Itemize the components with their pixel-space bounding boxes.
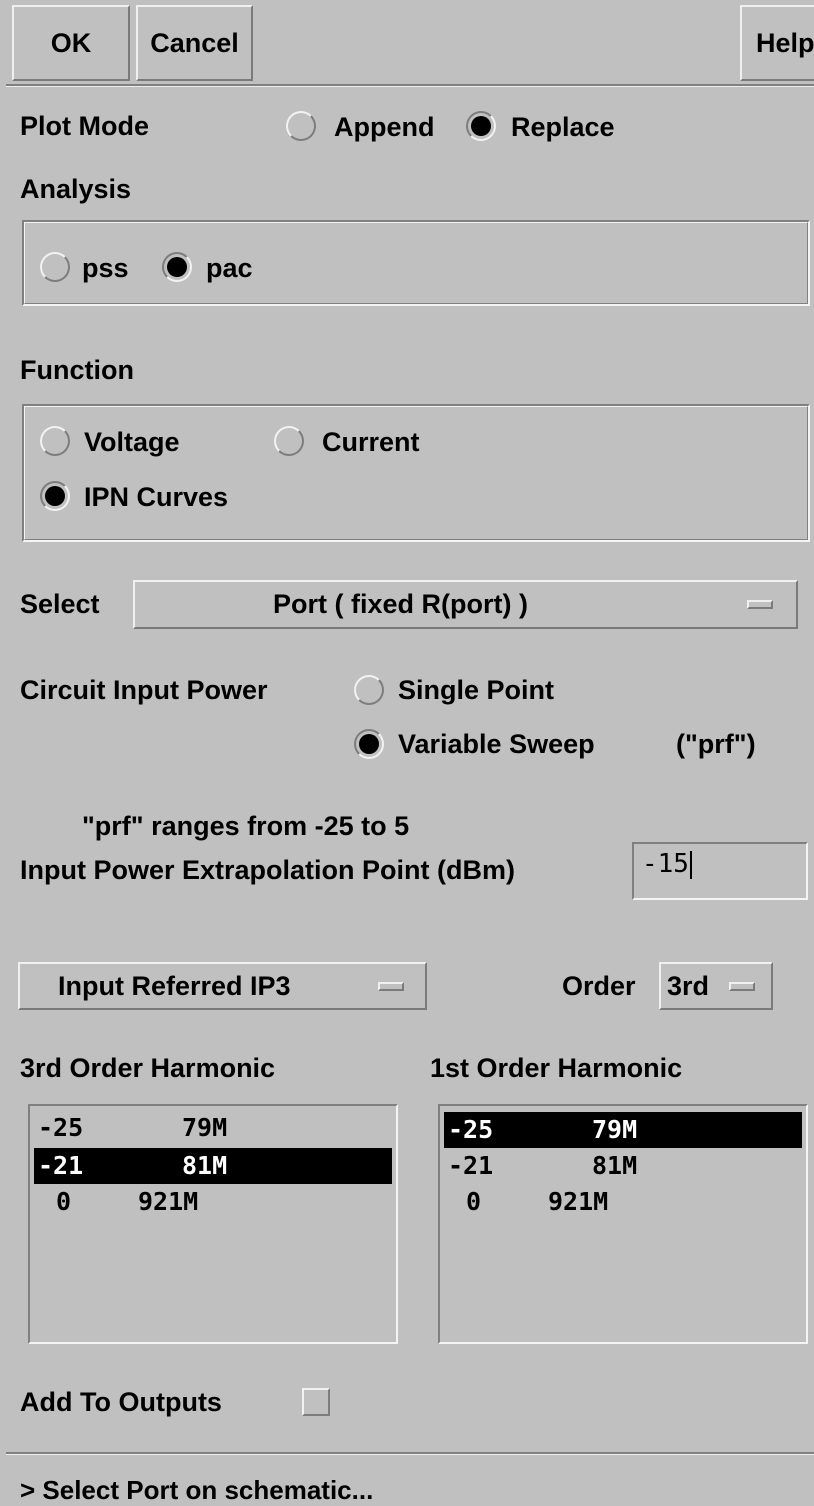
status-message: > Select Port on schematic... (20, 1475, 374, 1505)
append-radio[interactable] (286, 111, 316, 141)
ipn-curves-label[interactable]: IPN Curves (84, 481, 228, 513)
list-item[interactable]: -25 79M (34, 1110, 392, 1146)
list-item[interactable]: -25 79M (444, 1112, 802, 1148)
extrapolation-input[interactable]: -15 (632, 842, 808, 900)
pac-label[interactable]: pac (206, 252, 253, 284)
sweep-variable-name: ("prf") (676, 729, 756, 759)
list-item-power: -25 (448, 1115, 494, 1144)
list-item-frequency: 921M (548, 1187, 609, 1216)
list-item-frequency: 921M (138, 1187, 199, 1216)
extrapolation-label: Input Power Extrapolation Point (dBm) (20, 855, 515, 885)
pss-radio[interactable] (40, 252, 70, 282)
pac-radio[interactable] (162, 252, 192, 282)
list-item[interactable]: -21 81M (34, 1148, 392, 1184)
ok-button-label: OK (50, 27, 92, 58)
variable-sweep-radio-dot (359, 734, 379, 754)
help-button[interactable]: Help (740, 5, 814, 81)
current-label[interactable]: Current (322, 426, 420, 458)
select-label: Select (20, 589, 100, 619)
current-radio[interactable] (274, 426, 304, 456)
ipn-curves-radio-dot (45, 486, 65, 506)
function-label: Function (20, 355, 134, 385)
select-option-menu[interactable]: Port ( fixed R(port) ) (133, 580, 798, 629)
pss-label[interactable]: pss (82, 252, 129, 284)
list-item[interactable]: -21 81M (444, 1148, 802, 1184)
harmonic-1st-label: 1st Order Harmonic (430, 1053, 683, 1083)
status-divider (6, 1452, 814, 1455)
help-button-label: Help (756, 27, 814, 58)
list-item-power: 0 (466, 1187, 482, 1216)
measurement-dropdown-indicator (378, 982, 404, 991)
list-item-power: -21 (448, 1151, 494, 1180)
list-item-power: 0 (56, 1187, 72, 1216)
list-item-frequency: 81M (182, 1151, 228, 1180)
ok-button[interactable]: OK (12, 5, 130, 81)
voltage-radio[interactable] (40, 426, 70, 456)
voltage-label[interactable]: Voltage (84, 426, 180, 458)
toolbar-divider (6, 84, 814, 87)
analysis-group-inner (24, 222, 808, 304)
harmonic-1st-list[interactable]: -25 79M -21 81M 0 921M (438, 1104, 808, 1344)
function-group (22, 404, 810, 542)
order-option-menu[interactable]: 3rd (659, 962, 773, 1010)
measurement-value: Input Referred IP3 (58, 971, 291, 1001)
harmonic-3rd-list[interactable]: -25 79M -21 81M 0 921M (28, 1104, 398, 1344)
replace-radio-dot (471, 116, 491, 136)
list-item-power: -21 (38, 1151, 84, 1180)
select-dropdown-indicator (747, 600, 773, 609)
cancel-button-label: Cancel (150, 27, 239, 58)
append-label[interactable]: Append (334, 111, 435, 143)
replace-radio[interactable] (466, 111, 496, 141)
order-dropdown-indicator (729, 982, 755, 991)
single-point-radio[interactable] (354, 675, 384, 705)
pac-radio-dot (167, 257, 187, 277)
extrapolation-input-value: -15 (642, 849, 689, 879)
list-item-frequency: 79M (182, 1113, 228, 1142)
variable-sweep-label[interactable]: Variable Sweep (398, 728, 595, 760)
circuit-input-power-label: Circuit Input Power (20, 675, 268, 705)
range-note: "prf" ranges from -25 to 5 (82, 811, 410, 841)
list-item[interactable]: 0 921M (34, 1184, 392, 1220)
order-value: 3rd (667, 971, 710, 1001)
cancel-button[interactable]: Cancel (136, 5, 253, 81)
add-to-outputs-label: Add To Outputs (20, 1387, 222, 1417)
list-item-frequency: 79M (592, 1115, 638, 1144)
single-point-label[interactable]: Single Point (398, 674, 554, 706)
list-item-power: -25 (38, 1113, 84, 1142)
list-item[interactable]: 0 921M (444, 1184, 802, 1220)
analysis-label: Analysis (20, 174, 132, 204)
harmonic-3rd-label: 3rd Order Harmonic (20, 1053, 276, 1083)
replace-label[interactable]: Replace (511, 111, 615, 143)
list-item-frequency: 81M (592, 1151, 638, 1180)
plot-mode-label: Plot Mode (20, 111, 149, 141)
add-to-outputs-checkbox[interactable] (302, 1388, 330, 1416)
variable-sweep-radio[interactable] (354, 729, 384, 759)
order-label: Order (562, 971, 636, 1001)
select-value: Port ( fixed R(port) ) (273, 589, 528, 619)
measurement-option-menu[interactable]: Input Referred IP3 (18, 962, 427, 1010)
analysis-group (22, 220, 810, 306)
text-cursor (689, 850, 692, 879)
ipn-curves-radio[interactable] (40, 481, 70, 511)
